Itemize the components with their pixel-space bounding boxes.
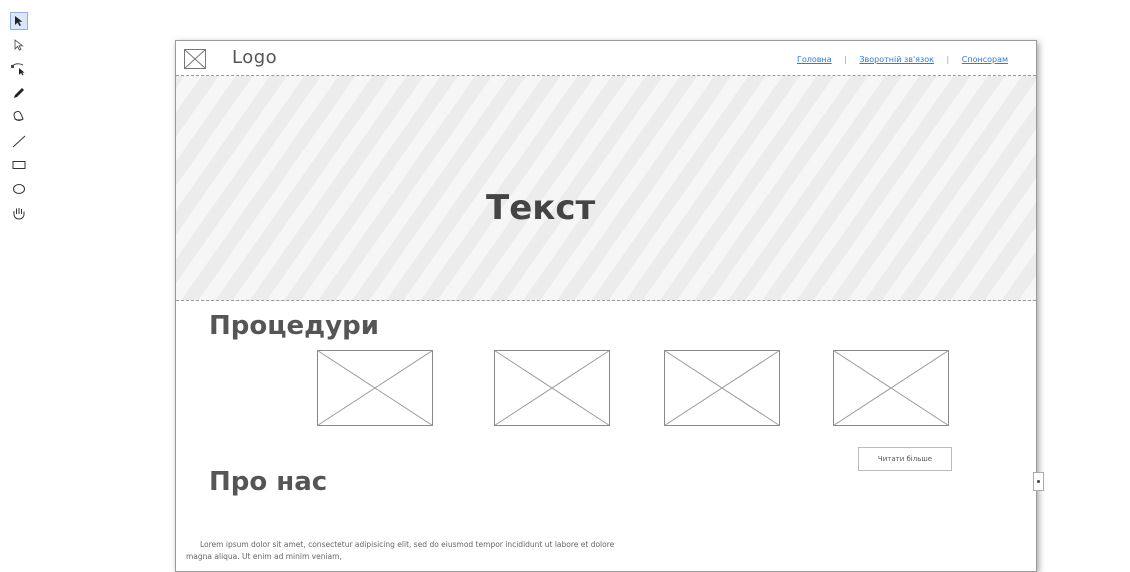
select-arrow-icon[interactable] (10, 12, 28, 30)
nav-link-home[interactable]: Головна (797, 55, 832, 64)
read-more-button[interactable]: Читати більше (858, 447, 952, 471)
about-heading: Про нас (209, 467, 328, 497)
image-placeholder-icon (664, 350, 780, 426)
mockup-header: Logo Головна | Зворотній зв'язок | Спонс… (176, 41, 1036, 76)
hand-pan-icon[interactable] (10, 204, 28, 222)
logo-text: Logo (232, 47, 278, 68)
image-placeholder-icon (494, 350, 610, 426)
procedures-heading: Процедури (209, 311, 379, 341)
hero-banner: Текст (176, 76, 1036, 301)
ellipse-icon[interactable] (10, 180, 28, 198)
top-navigation: Головна | Зворотній зв'язок | Спонсорам (796, 55, 1008, 64)
nav-link-feedback[interactable]: Зворотній зв'язок (859, 55, 934, 64)
line-icon[interactable] (10, 132, 28, 150)
bezier-pen-icon[interactable] (10, 60, 28, 78)
logo-placeholder-icon (184, 49, 206, 69)
hollow-arrow-icon[interactable] (10, 36, 28, 54)
pencil-icon[interactable] (10, 84, 28, 102)
nav-link-sponsors[interactable]: Спонсорам (962, 55, 1008, 64)
canvas-resize-handle[interactable] (1033, 472, 1044, 491)
wireframe-mockup[interactable]: Logo Головна | Зворотній зв'язок | Спонс… (175, 40, 1037, 572)
image-placeholder-icon (317, 350, 433, 426)
tool-palette (8, 12, 30, 228)
image-placeholder-icon (833, 350, 949, 426)
rectangle-icon[interactable] (10, 156, 28, 174)
hero-text: Текст (486, 188, 596, 228)
fill-bucket-icon[interactable] (10, 108, 28, 126)
